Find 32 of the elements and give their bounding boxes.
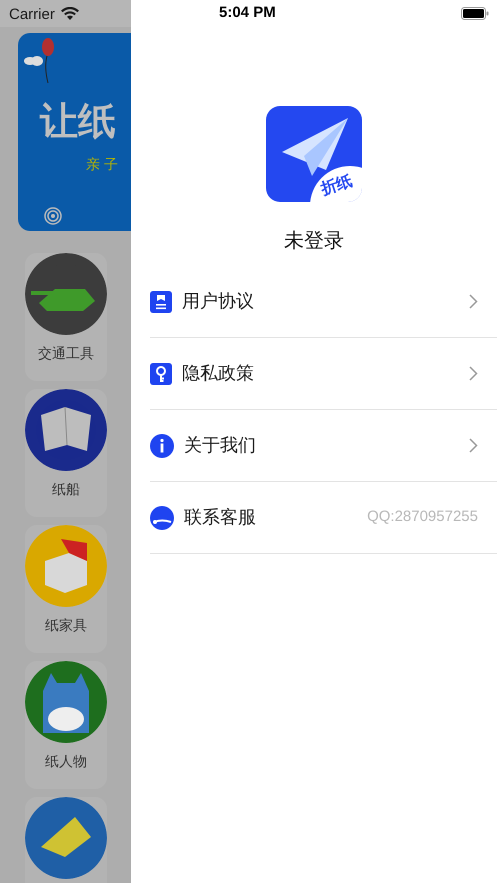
- menu-item[interactable]: 用户协议: [150, 266, 497, 338]
- battery-icon: [461, 6, 489, 20]
- category-tile[interactable]: 纸船: [25, 388, 107, 516]
- menu-label: 关于我们: [184, 434, 256, 457]
- banner-subtitle: 亲子: [86, 154, 122, 174]
- category-tile[interactable]: 纸人物: [25, 660, 107, 788]
- banner-title: 让纸: [40, 102, 116, 140]
- category-label: 纸船: [52, 480, 80, 498]
- contact-number: QQ:2870957255: [367, 507, 478, 528]
- clock-label: 5:04 PM: [219, 2, 276, 23]
- key-icon: [150, 362, 172, 384]
- info-icon: [150, 434, 174, 458]
- category-tile[interactable]: 交通工具: [25, 252, 107, 380]
- menu-label: 用户协议: [182, 290, 254, 313]
- balloon-icon: [24, 36, 54, 84]
- category-label: 纸家具: [45, 616, 87, 634]
- banner[interactable]: 让纸 亲子: [18, 32, 131, 230]
- menu-label: 联系客服: [184, 506, 256, 529]
- support-icon: [150, 506, 174, 530]
- wifi-icon: [60, 7, 79, 20]
- menu-item[interactable]: 关于我们: [150, 410, 497, 482]
- logo-text: 折纸: [318, 172, 356, 201]
- target-icon: [44, 206, 62, 224]
- user-name: 未登录: [284, 229, 344, 254]
- carrier-label: Carrier: [9, 5, 55, 25]
- menu-label: 隐私政策: [182, 362, 254, 385]
- menu-item[interactable]: 联系客服 QQ:2870957255: [150, 482, 497, 554]
- category-label: 纸人物: [45, 752, 87, 770]
- document-icon: [150, 290, 172, 312]
- category-label: 交通工具: [38, 344, 94, 362]
- category-tile[interactable]: 纸家具: [25, 524, 107, 652]
- menu-item[interactable]: 隐私政策: [150, 338, 497, 410]
